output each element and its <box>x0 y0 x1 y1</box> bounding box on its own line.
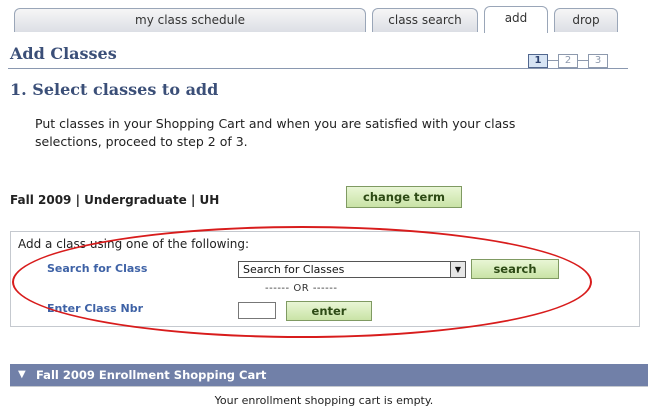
search-for-class-label: Search for Class <box>47 262 148 275</box>
tab-my-class-schedule[interactable]: my class schedule <box>14 8 366 32</box>
page-title: Add Classes <box>10 44 117 63</box>
search-button[interactable]: search <box>471 259 559 279</box>
step-2: 2 <box>558 54 578 68</box>
term-label: Fall 2009 | Undergraduate | UH <box>10 193 220 207</box>
step-indicator: 1 2 3 <box>528 54 618 70</box>
tab-bar: my class schedule class search add drop <box>14 6 618 33</box>
instructions-text: Put classes in your Shopping Cart and wh… <box>35 116 516 149</box>
tab-add[interactable]: add <box>484 6 548 33</box>
enter-class-nbr-label: Enter Class Nbr <box>47 302 144 315</box>
step-1: 1 <box>528 54 548 68</box>
shopping-cart-header[interactable]: ▼ Fall 2009 Enrollment Shopping Cart <box>10 364 648 386</box>
shopping-cart-title: Fall 2009 Enrollment Shopping Cart <box>36 368 267 382</box>
collapse-triangle-icon[interactable]: ▼ <box>18 364 26 386</box>
search-method-select-value: Search for Classes <box>243 263 345 276</box>
step-3: 3 <box>588 54 608 68</box>
dropdown-arrow-icon[interactable]: ▼ <box>450 262 465 277</box>
section-heading: 1. Select classes to add <box>10 80 219 99</box>
cart-divider <box>10 386 648 387</box>
add-class-panel-title: Add a class using one of the following: <box>18 237 250 251</box>
tab-class-search[interactable]: class search <box>372 8 478 32</box>
step-connector <box>578 60 588 61</box>
step-connector <box>548 60 558 61</box>
tab-drop[interactable]: drop <box>554 8 618 32</box>
cart-empty-message: Your enrollment shopping cart is empty. <box>214 394 434 407</box>
or-separator: ------ OR ------ <box>265 283 338 294</box>
enter-button[interactable]: enter <box>286 301 372 321</box>
search-method-select[interactable]: Search for Classes ▼ <box>238 261 466 278</box>
change-term-button[interactable]: change term <box>346 186 462 208</box>
class-nbr-input[interactable] <box>238 302 276 319</box>
